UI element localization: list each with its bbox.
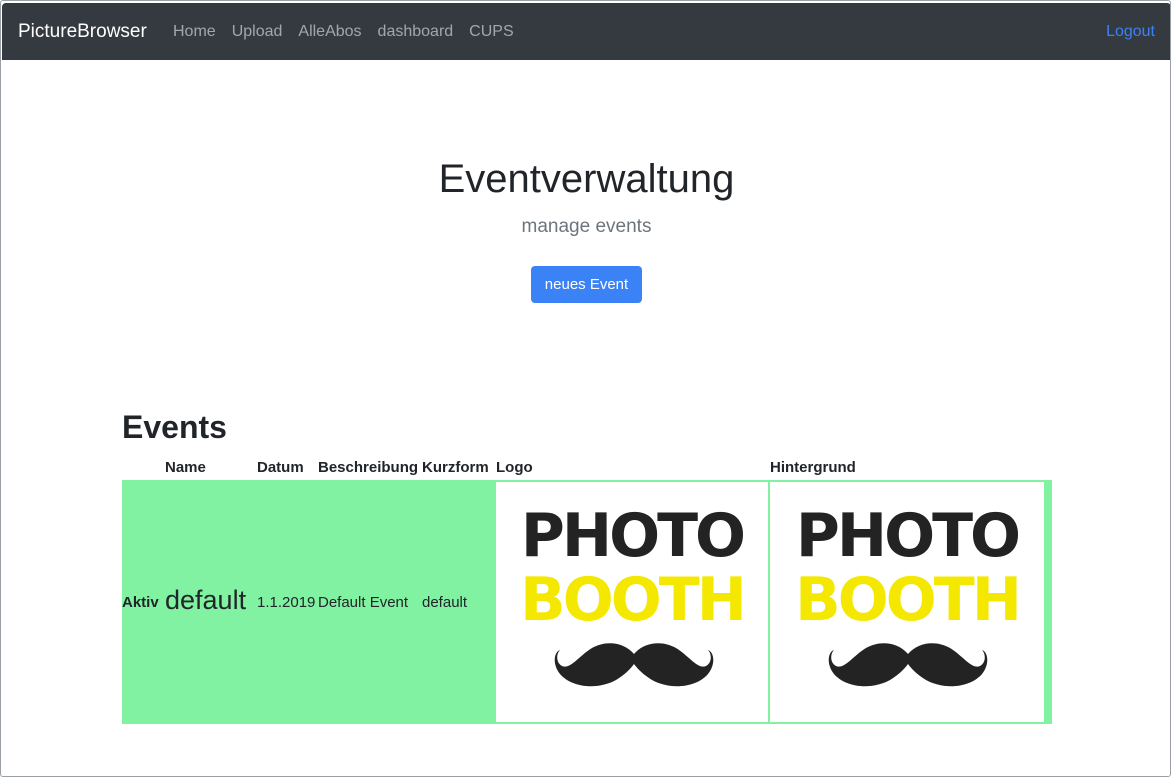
logo-photo-text: PHOTO <box>520 501 746 571</box>
nav-link-cups[interactable]: CUPS <box>469 23 513 41</box>
background-booth-text: BOOTH <box>795 565 1022 635</box>
status-badge: Aktiv <box>122 594 159 611</box>
column-header-logo: Logo <box>496 459 533 476</box>
column-header-hintergrund: Hintergrund <box>770 459 856 476</box>
navbar: PictureBrowser Home Upload AlleAbos dash… <box>2 3 1170 60</box>
nav-link-dashboard[interactable]: dashboard <box>378 23 454 41</box>
table-row[interactable]: Aktiv default 1.1.2019 Default Event def… <box>122 480 1052 724</box>
logout-link[interactable]: Logout <box>1106 23 1155 41</box>
event-shortname: default <box>422 594 468 611</box>
mustache-icon <box>828 643 988 687</box>
event-date: 1.1.2019 <box>257 594 316 611</box>
events-heading: Events <box>122 409 227 445</box>
nav-link-alleabos[interactable]: AlleAbos <box>298 23 361 41</box>
column-header-name: Name <box>165 459 206 476</box>
page-title: Eventverwaltung <box>438 157 735 201</box>
page-subtitle: manage events <box>521 216 652 237</box>
navbar-brand[interactable]: PictureBrowser <box>18 21 147 43</box>
nav-links: Home Upload AlleAbos dashboard CUPS <box>173 23 514 41</box>
new-event-button[interactable]: neues Event <box>531 266 642 303</box>
column-header-datum: Datum <box>257 459 304 476</box>
event-logo-image: PHOTO BOOTH <box>496 482 768 722</box>
nav-link-home[interactable]: Home <box>173 23 216 41</box>
logo-booth-text: BOOTH <box>520 565 747 635</box>
event-name: default <box>165 585 247 615</box>
mustache-icon <box>554 643 714 687</box>
event-background-image: PHOTO BOOTH <box>770 482 1044 722</box>
background-photo-text: PHOTO <box>795 501 1021 571</box>
column-header-kurzform: Kurzform <box>422 459 489 476</box>
event-description: Default Event <box>318 594 409 611</box>
column-header-beschreibung: Beschreibung <box>318 459 419 476</box>
nav-link-upload[interactable]: Upload <box>232 23 283 41</box>
browser-frame: PictureBrowser Home Upload AlleAbos dash… <box>0 0 1171 777</box>
